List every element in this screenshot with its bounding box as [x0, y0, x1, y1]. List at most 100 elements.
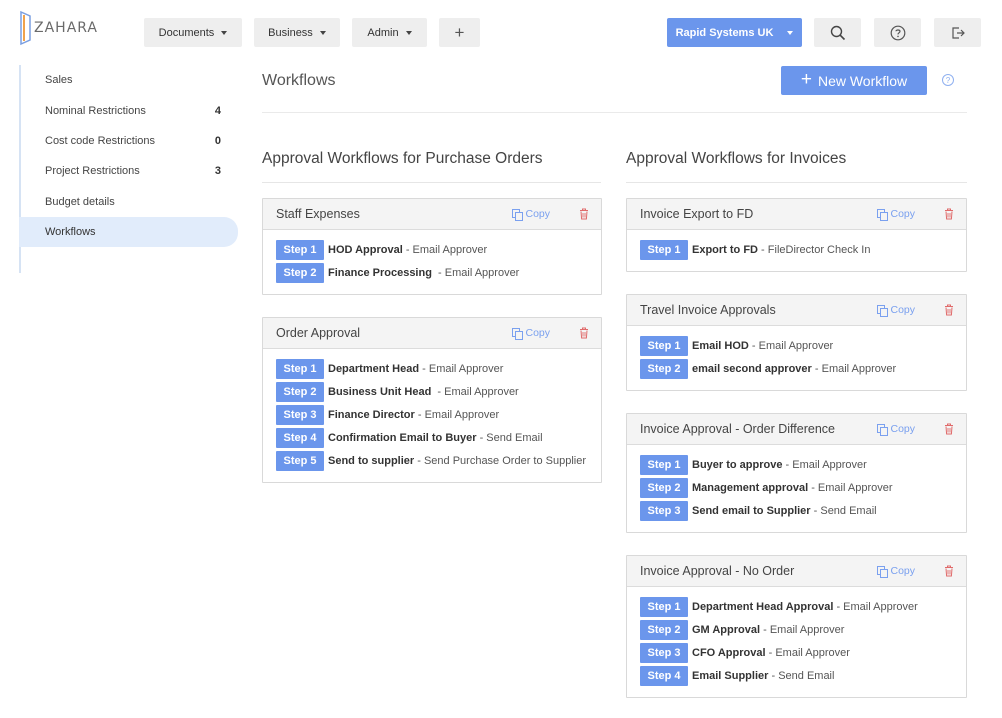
step-prefix: Step [647, 458, 672, 471]
nav-documents-button[interactable]: Documents [144, 18, 242, 47]
workflow-title[interactable]: Invoice Approval - Order Difference [640, 422, 835, 436]
caret-down-icon [319, 30, 326, 35]
step-prefix: Step [283, 362, 308, 375]
workflow-steps: Step 1 Email HOD - Email Approver Step 2 em… [627, 326, 966, 380]
workflow-step[interactable]: Step 1 Department Head Approval - Email A… [640, 595, 966, 618]
sidebar-item-label: Cost code Restrictions [45, 134, 156, 147]
workflow-step[interactable]: Step 2 email second approver - Email Appr… [640, 357, 966, 380]
step-badge: Step 2 [640, 477, 688, 498]
new-workflow-button[interactable]: + New Workflow [781, 66, 927, 95]
logo[interactable]: ZAHARA [18, 10, 98, 48]
step-name: Department Head [328, 362, 420, 375]
workflow-step[interactable]: Step 4 Confirmation Email to Buyer - Send… [276, 426, 601, 449]
caret-down-icon [221, 30, 228, 35]
nav-admin-label: Admin [367, 26, 399, 39]
copy-button[interactable]: Copy [877, 208, 915, 221]
workflow-card: Staff Expenses Copy Step 1 HOD Approval - E… [262, 198, 602, 295]
search-button[interactable] [814, 18, 861, 47]
step-name: Finance Processing [328, 266, 435, 279]
trash-icon[interactable] [944, 423, 954, 435]
search-icon [830, 25, 845, 40]
step-action: - Email Approver [434, 385, 519, 398]
workflow-card: Order Approval Copy Step 1 Department Head … [262, 317, 602, 483]
new-workflow-label: New Workflow [817, 72, 908, 89]
workflow-step[interactable]: Step 2 Finance Processing - Email Approve… [276, 261, 601, 284]
step-number: 2 [674, 481, 681, 494]
nav-business-button[interactable]: Business [254, 18, 340, 47]
workflow-title[interactable]: Order Approval [276, 326, 360, 340]
step-badge: Step 3 [640, 642, 688, 663]
divider [262, 112, 967, 113]
step-badge: Step 1 [276, 239, 324, 260]
workflow-card-header: Invoice Approval - No Order Copy [627, 556, 966, 587]
copy-button[interactable]: Copy [877, 565, 915, 578]
step-prefix: Step [647, 669, 672, 682]
help-button[interactable] [874, 18, 921, 47]
copy-icon [877, 209, 889, 221]
copy-button[interactable]: Copy [877, 304, 915, 317]
workflow-step[interactable]: Step 1 Department Head - Email Approver [276, 357, 601, 380]
workflow-steps: Step 1 Department Head Approval - Email A… [627, 587, 966, 687]
step-action: - Email Approver [782, 458, 867, 471]
step-number: 1 [674, 243, 681, 256]
workflow-step[interactable]: Step 1 Email HOD - Email Approver [640, 334, 966, 357]
workflow-title[interactable]: Invoice Export to FD [640, 207, 753, 221]
step-action: - Email Approver [434, 266, 520, 279]
workflow-title[interactable]: Invoice Approval - No Order [640, 564, 794, 578]
step-badge: Step 1 [640, 454, 688, 475]
sidebar-item-sales[interactable]: Sales [19, 65, 238, 95]
step-action: - Email Approver [402, 243, 488, 256]
step-name: Management approval [692, 481, 809, 494]
step-name: Department Head Approval [692, 600, 834, 613]
workflow-title[interactable]: Travel Invoice Approvals [640, 303, 776, 317]
step-number: 5 [310, 454, 317, 467]
logout-button[interactable] [934, 18, 981, 47]
workflow-card: Invoice Approval - Order Difference Copy S… [626, 413, 967, 533]
workflow-step[interactable]: Step 1 HOD Approval - Email Approver [276, 238, 601, 261]
workflow-step[interactable]: Step 3 Finance Director - Email Approver [276, 403, 601, 426]
step-number: 2 [310, 266, 317, 279]
copy-button[interactable]: Copy [512, 208, 550, 221]
add-button[interactable]: + [439, 18, 480, 47]
workflow-step[interactable]: Step 1 Buyer to approve - Email Approver [640, 453, 966, 476]
trash-icon[interactable] [579, 208, 589, 220]
workflow-steps: Step 1 Department Head - Email Approver St… [263, 349, 601, 472]
invoices-heading: Approval Workflows for Invoices [626, 150, 847, 167]
workflow-steps: Step 1 HOD Approval - Email Approver Step … [263, 230, 601, 284]
sidebar-item-nominal-restrictions[interactable]: Nominal Restrictions 4 [19, 95, 238, 125]
nav-admin-button[interactable]: Admin [352, 18, 427, 47]
trash-icon[interactable] [944, 304, 954, 316]
workflow-step[interactable]: Step 2 GM Approval - Email Approver [640, 618, 966, 641]
step-number: 4 [310, 431, 317, 444]
sidebar-item-cost-code-restrictions[interactable]: Cost code Restrictions 0 [19, 126, 238, 156]
workflow-step[interactable]: Step 2 Business Unit Head - Email Approve… [276, 380, 601, 403]
workflow-step[interactable]: Step 3 CFO Approval - Email Approver [640, 641, 966, 664]
step-action: - Email Approver [419, 362, 504, 375]
company-label: Rapid Systems UK [675, 26, 774, 39]
workflow-step[interactable]: Step 1 Export to FD - FileDirector Check … [640, 238, 966, 261]
trash-icon[interactable] [944, 565, 954, 577]
sidebar-item-budget-details[interactable]: Budget details [19, 187, 238, 217]
copy-icon [512, 209, 524, 221]
top-bar: ZAHARA Documents Business Admin + Rapid … [0, 0, 1002, 62]
step-number: 3 [310, 408, 317, 421]
trash-icon[interactable] [579, 327, 589, 339]
workflow-step[interactable]: Step 4 Email Supplier - Send Email [640, 664, 966, 687]
step-badge: Step 1 [276, 358, 324, 379]
workflow-title[interactable]: Staff Expenses [276, 207, 360, 221]
help-icon[interactable]: ? [942, 74, 954, 86]
step-action: - Send Purchase Order to Supplier [414, 454, 586, 467]
copy-button[interactable]: Copy [877, 423, 915, 436]
workflow-step[interactable]: Step 3 Send email to Supplier - Send Emai… [640, 499, 966, 522]
sidebar-item-project-restrictions[interactable]: Project Restrictions 3 [19, 156, 238, 186]
sidebar-item-workflows[interactable]: Workflows [19, 216, 238, 248]
workflow-step[interactable]: Step 5 Send to supplier - Send Purchase O… [276, 449, 601, 472]
logo-text: ZAHARA [34, 20, 99, 36]
plus-icon: + [454, 22, 465, 42]
copy-button[interactable]: Copy [512, 327, 550, 340]
company-selector[interactable]: Rapid Systems UK [667, 18, 802, 47]
workflow-step[interactable]: Step 2 Management approval - Email Approv… [640, 476, 966, 499]
step-name: Confirmation Email to Buyer [328, 431, 477, 444]
sidebar: Sales Nominal Restrictions 4 Cost code R… [19, 65, 238, 274]
trash-icon[interactable] [944, 208, 954, 220]
